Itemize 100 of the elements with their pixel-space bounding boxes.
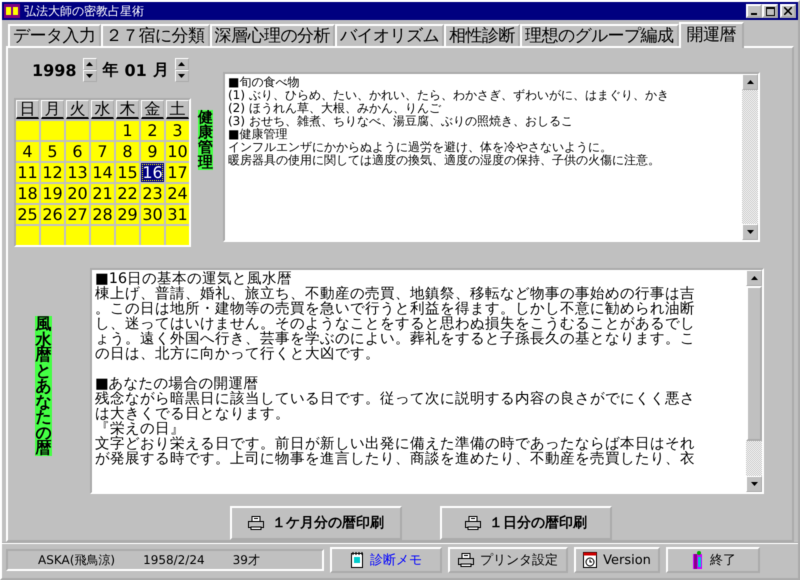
window-title: 弘法大師の密教占星術 bbox=[24, 2, 145, 20]
print-button[interactable]: １日分の暦印刷 bbox=[440, 506, 612, 540]
scrollbar[interactable] bbox=[746, 270, 762, 492]
day-cell[interactable]: 25 bbox=[16, 205, 39, 224]
close-icon bbox=[784, 7, 792, 15]
tab[interactable]: 相性診断 bbox=[444, 24, 520, 46]
text-line: ■健康管理 bbox=[228, 128, 288, 141]
down-arrow-icon bbox=[746, 230, 754, 234]
day-cell[interactable]: 8 bbox=[116, 142, 139, 161]
text-line: し、迷ってはいけません。そのようなことをすると思わぬ損失をこうむることがあるでし bbox=[95, 317, 696, 332]
spin-down-button[interactable] bbox=[82, 70, 97, 82]
exit-button[interactable]: 終了 bbox=[666, 547, 760, 573]
day-cell[interactable]: 4 bbox=[16, 142, 39, 161]
scroll-up-button[interactable] bbox=[746, 270, 762, 286]
maximize-button[interactable] bbox=[762, 4, 778, 18]
tab[interactable]: 深層心理の分析 bbox=[210, 24, 335, 46]
spin-up-button[interactable] bbox=[174, 58, 189, 70]
day-cell[interactable]: 23 bbox=[141, 184, 164, 203]
day-cell[interactable]: 1 bbox=[116, 121, 139, 140]
tab[interactable]: 開運暦 bbox=[678, 22, 744, 48]
print-button[interactable]: １ケ月分の暦印刷 bbox=[230, 506, 402, 540]
spin-down-button[interactable] bbox=[174, 70, 189, 82]
tab[interactable]: データ入力 bbox=[8, 24, 100, 46]
day-cell[interactable]: 28 bbox=[91, 205, 114, 224]
birth-date: 1958/2/24 bbox=[143, 553, 205, 567]
fortune-label: 風水暦とあなたの暦 bbox=[35, 316, 52, 456]
day-cell[interactable]: 2 bbox=[141, 121, 164, 140]
scrollbar[interactable] bbox=[742, 74, 758, 240]
year-value: 1998 bbox=[32, 60, 77, 80]
tab[interactable]: バイオリズム bbox=[335, 24, 444, 46]
user-name: ASKA(飛鳥涼) bbox=[38, 552, 116, 568]
text-line: 棟上げ、普請、婚礼、旅立ち、不動産の売買、地鎮祭、移転など物事の事始めの行事は吉 bbox=[95, 287, 696, 302]
down-arrow-icon bbox=[750, 482, 758, 486]
empty-day-cell bbox=[41, 226, 64, 245]
day-cell[interactable]: 21 bbox=[91, 184, 114, 203]
text-line: 残念ながら暗黒日に該当している日です。従って次に説明する内容の良さがでにくく悪さ bbox=[95, 392, 696, 407]
day-cell[interactable]: 15 bbox=[116, 163, 139, 182]
text-line: の日は、北方に向かって行くと大凶です。 bbox=[95, 347, 381, 362]
close-button[interactable] bbox=[780, 4, 796, 18]
day-cell[interactable]: 22 bbox=[116, 184, 139, 203]
day-cell[interactable]: 9 bbox=[141, 142, 164, 161]
day-cell[interactable]: 18 bbox=[16, 184, 39, 203]
weekday-header: 日 bbox=[16, 100, 39, 119]
text-line: ■16日の基本の運気と風水暦 bbox=[95, 272, 294, 287]
text-line: 暖房器具の使用に関しては適度の換気、適度の湿度の保持、子供の火傷に注意。 bbox=[228, 154, 661, 167]
empty-day-cell bbox=[141, 226, 164, 245]
day-cell[interactable]: 6 bbox=[66, 142, 89, 161]
up-arrow-icon bbox=[86, 62, 94, 66]
door-exit-icon bbox=[690, 551, 704, 569]
weekday-header: 木 bbox=[116, 100, 139, 119]
printer-icon bbox=[465, 516, 481, 530]
day-cell[interactable]: 26 bbox=[41, 205, 64, 224]
day-cell[interactable]: 24 bbox=[166, 184, 189, 203]
day-cell[interactable]: 11 bbox=[16, 163, 39, 182]
empty-day-cell bbox=[16, 121, 39, 140]
weekday-header: 水 bbox=[91, 100, 114, 119]
month-unit: 月 bbox=[152, 60, 169, 80]
minimize-button[interactable] bbox=[746, 4, 762, 18]
empty-day-cell bbox=[41, 121, 64, 140]
empty-day-cell bbox=[116, 226, 139, 245]
scroll-down-button[interactable] bbox=[742, 224, 758, 240]
day-cell[interactable]: 12 bbox=[41, 163, 64, 182]
day-cell[interactable]: 29 bbox=[116, 205, 139, 224]
empty-day-cell bbox=[66, 121, 89, 140]
scroll-down-button[interactable] bbox=[746, 476, 762, 492]
text-line: インフルエンザにかからぬように過労を避け、体を冷やさないように。 bbox=[228, 141, 613, 154]
day-cell[interactable]: 30 bbox=[141, 205, 164, 224]
day-cell[interactable]: 10 bbox=[166, 142, 189, 161]
day-cell[interactable]: 17 bbox=[166, 163, 189, 182]
version-button[interactable]: Version bbox=[574, 547, 660, 573]
up-arrow-icon bbox=[746, 80, 754, 84]
text-line: は大きくでる日となります。 bbox=[95, 407, 291, 422]
day-cell[interactable]: 14 bbox=[91, 163, 114, 182]
day-cell[interactable]: 19 bbox=[41, 184, 64, 203]
text-line: 。この日は地所・建物等の売買を急いで行うと利益を得ます。しかし不意に勧められ油断 bbox=[95, 302, 696, 317]
day-cell[interactable]: 27 bbox=[66, 205, 89, 224]
day-cell[interactable]: 31 bbox=[166, 205, 189, 224]
day-cell[interactable]: 20 bbox=[66, 184, 89, 203]
notepad-icon bbox=[350, 552, 364, 568]
tab[interactable]: 理想のグループ編成 bbox=[520, 24, 678, 46]
maximize-icon bbox=[766, 6, 774, 16]
day-cell[interactable]: 7 bbox=[91, 142, 114, 161]
app-icon bbox=[4, 4, 20, 18]
spin-up-button[interactable] bbox=[82, 58, 97, 70]
text-line: ■あなたの場合の開運暦 bbox=[95, 377, 260, 392]
memo-button[interactable]: 診断メモ bbox=[330, 547, 442, 573]
day-cell[interactable]: 16 bbox=[141, 163, 164, 182]
day-cell[interactable]: 13 bbox=[66, 163, 89, 182]
printer-settings-button[interactable]: プリンタ設定 bbox=[448, 547, 568, 573]
day-cell[interactable]: 5 bbox=[41, 142, 64, 161]
down-arrow-icon bbox=[86, 74, 94, 78]
text-line: (2) ほうれん草、大根、みかん、りんご bbox=[228, 102, 442, 115]
text-line: (3) おせち、雑煮、ちりなべ、湯豆腐、ぶりの照焼き、おしるこ bbox=[228, 115, 574, 128]
tab[interactable]: ２７宿に分類 bbox=[100, 24, 210, 46]
empty-day-cell bbox=[66, 226, 89, 245]
scroll-up-button[interactable] bbox=[742, 74, 758, 90]
day-cell[interactable]: 3 bbox=[166, 121, 189, 140]
text-line: ■旬の食べ物 bbox=[228, 76, 300, 89]
printer-icon bbox=[248, 516, 264, 530]
up-arrow-icon bbox=[750, 276, 758, 280]
